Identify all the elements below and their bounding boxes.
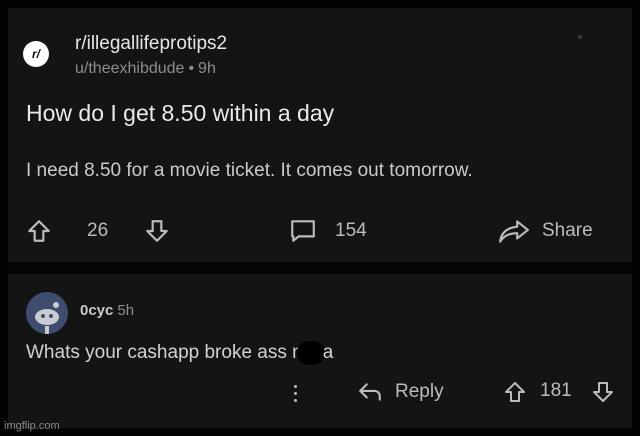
- more-options-icon[interactable]: [294, 385, 298, 406]
- comment-text-end: a: [322, 342, 334, 364]
- comment-author[interactable]: 0cyc: [80, 302, 113, 319]
- reply-button[interactable]: Reply: [357, 380, 444, 404]
- redaction-blob: [296, 341, 325, 365]
- snoo-avatar-icon: [26, 292, 68, 334]
- upvote-arrow-icon: [505, 382, 525, 402]
- watermark: imgflip.com: [4, 420, 60, 432]
- comment-vote-count: 181: [540, 380, 572, 401]
- reply-label: Reply: [395, 381, 444, 402]
- reply-arrow-icon: [359, 383, 381, 401]
- comment-author-line: 0cyc 5h: [80, 302, 134, 319]
- share-label: Share: [542, 220, 593, 241]
- upvote-button[interactable]: [26, 218, 52, 244]
- menu-dot-icon[interactable]: [578, 35, 582, 39]
- comment-upvote-button[interactable]: [503, 380, 527, 404]
- downvote-arrow-icon: [593, 382, 613, 402]
- post-age: 9h: [198, 60, 216, 77]
- comment-age: 5h: [117, 302, 135, 319]
- upvote-arrow-icon: [28, 220, 50, 242]
- post-meta: u/theexhibdude • 9h: [75, 60, 216, 78]
- comments-button[interactable]: 154: [289, 218, 367, 244]
- avatar[interactable]: [26, 292, 68, 334]
- subreddit-name[interactable]: r/illegallifeprotips2: [75, 33, 227, 55]
- comment-text-start: Whats your cashapp broke ass n: [26, 342, 303, 364]
- comment-count: 154: [335, 220, 367, 241]
- post-body: I need 8.50 for a movie ticket. It comes…: [26, 160, 473, 181]
- share-button[interactable]: Share: [498, 218, 593, 244]
- comment-text: Whats your cashapp broke ass n a: [26, 341, 333, 365]
- post-title[interactable]: How do I get 8.50 within a day: [26, 100, 334, 127]
- separator: [8, 262, 632, 274]
- meta-separator: •: [188, 60, 195, 77]
- share-arrow-icon: [499, 220, 529, 243]
- post-author[interactable]: u/theexhibdude: [75, 60, 184, 77]
- post-vote-count: 26: [87, 220, 109, 241]
- comment-bubble-icon: [291, 220, 315, 242]
- comment-downvote-button[interactable]: [591, 380, 615, 404]
- subreddit-icon[interactable]: r/: [23, 41, 49, 67]
- downvote-arrow-icon: [146, 220, 168, 242]
- downvote-button[interactable]: [144, 218, 170, 244]
